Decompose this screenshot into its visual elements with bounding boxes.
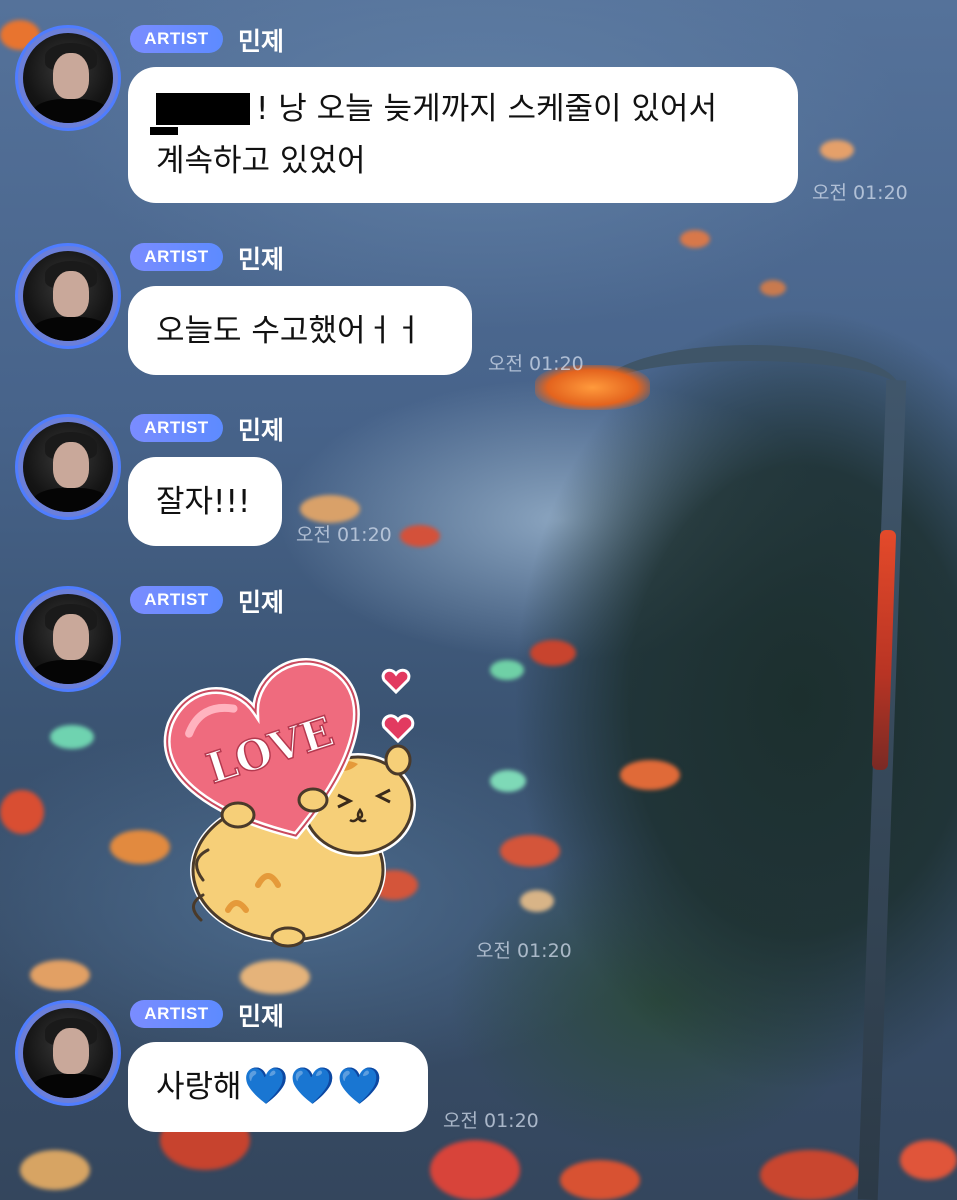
avatar[interactable] bbox=[15, 25, 121, 131]
sender-name: 민제 bbox=[238, 27, 285, 56]
artist-avatar-photo bbox=[23, 33, 113, 123]
message-text: 사랑해 bbox=[156, 1069, 242, 1105]
sender-name: 민제 bbox=[238, 588, 285, 617]
message-timestamp: 오전 01:20 bbox=[812, 182, 908, 204]
hamster-love-sticker-icon[interactable]: LOVE bbox=[158, 640, 423, 950]
message-bubble[interactable]: 잘자!!! bbox=[128, 457, 282, 546]
artist-avatar-photo bbox=[23, 1008, 113, 1098]
artist-badge: ARTIST bbox=[130, 414, 223, 442]
sender-name: 민제 bbox=[238, 1002, 285, 1031]
blue-heart-icon: 💙 bbox=[290, 1066, 336, 1107]
message-text: 잘자!!! bbox=[156, 483, 251, 520]
artist-avatar-photo bbox=[23, 251, 113, 341]
blue-heart-icon: 💙 bbox=[243, 1066, 289, 1107]
message-text: 오늘도 수고했어ㅓㅓ bbox=[156, 312, 423, 349]
artist-badge: ARTIST bbox=[130, 586, 223, 614]
message-text: 계속하고 있었어 bbox=[156, 143, 366, 179]
message-text: ! 낭 오늘 늦게까지 스케줄이 있어서 bbox=[256, 91, 717, 127]
sender-name: 민제 bbox=[238, 416, 285, 445]
street-lamp-pole bbox=[857, 379, 907, 1200]
blue-heart-icon: 💙 bbox=[337, 1066, 383, 1107]
artist-badge: ARTIST bbox=[130, 243, 223, 271]
avatar[interactable] bbox=[15, 1000, 121, 1106]
message-timestamp: 오전 01:20 bbox=[488, 353, 584, 375]
artist-badge: ARTIST bbox=[130, 25, 223, 53]
avatar[interactable] bbox=[15, 586, 121, 692]
message-bubble[interactable]: 오늘도 수고했어ㅓㅓ bbox=[128, 286, 472, 375]
message-timestamp: 오전 01:20 bbox=[443, 1110, 539, 1132]
artist-avatar-photo bbox=[23, 422, 113, 512]
message-bubble[interactable]: 사랑해 💙 💙 💙 bbox=[128, 1042, 428, 1132]
redaction-mark bbox=[150, 127, 178, 135]
avatar[interactable] bbox=[15, 243, 121, 349]
artist-avatar-photo bbox=[23, 594, 113, 684]
avatar[interactable] bbox=[15, 414, 121, 520]
message-timestamp: 오전 01:20 bbox=[296, 524, 392, 546]
artist-badge: ARTIST bbox=[130, 1000, 223, 1028]
redacted-text-block bbox=[156, 92, 250, 125]
sender-name: 민제 bbox=[238, 245, 285, 274]
message-timestamp: 오전 01:20 bbox=[476, 940, 572, 962]
message-bubble[interactable]: ! 낭 오늘 늦게까지 스케줄이 있어서 계속하고 있었어 bbox=[128, 67, 798, 203]
